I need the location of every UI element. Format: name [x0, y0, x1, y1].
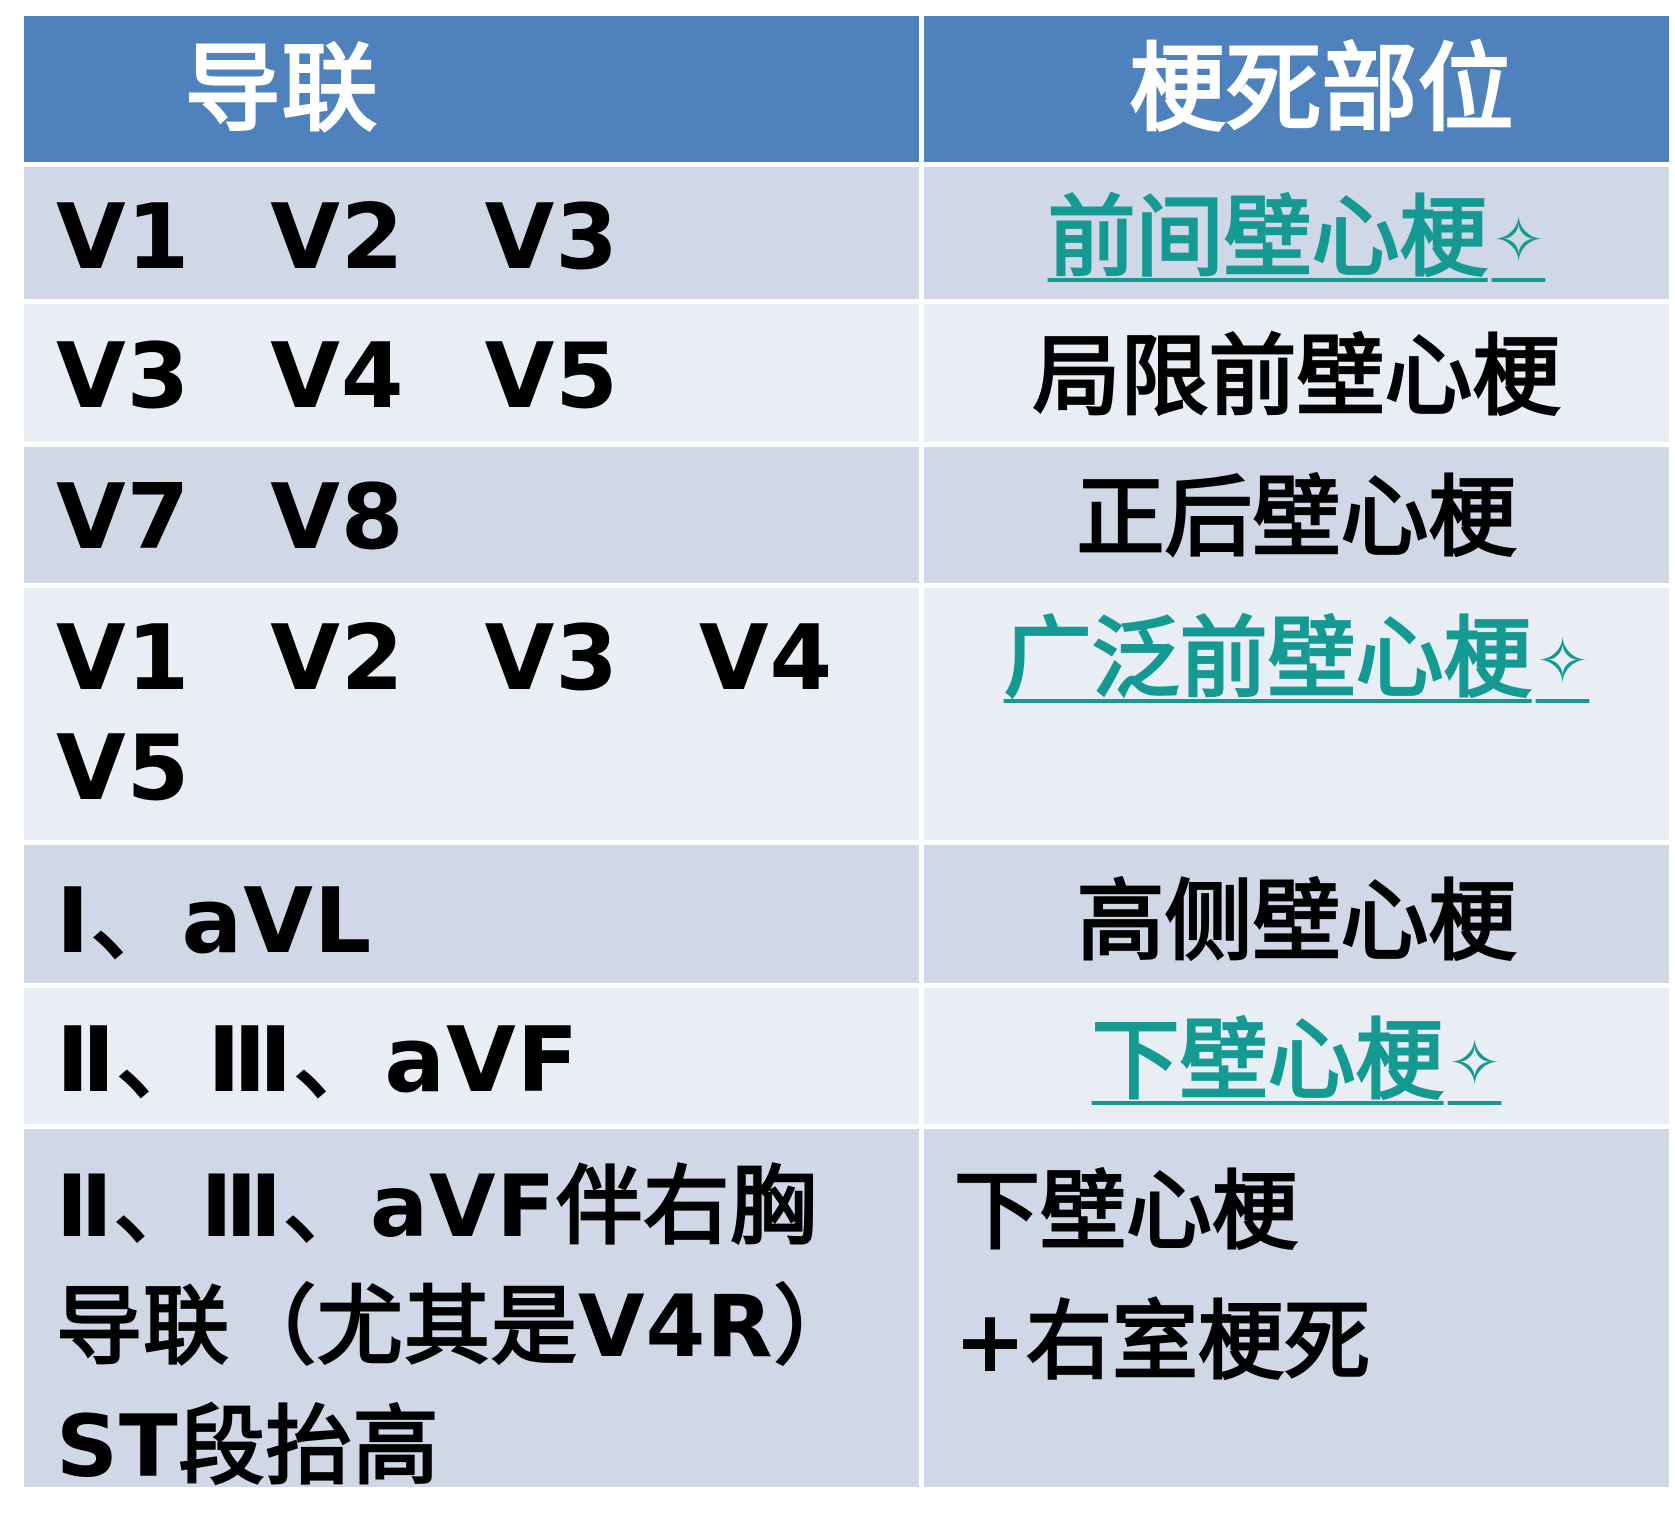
lead-cell: Ⅱ、Ⅲ、aVF [24, 988, 919, 1124]
site-cell: 前间壁心梗✧ [924, 167, 1669, 299]
lead-label: ST段抬高 [56, 1397, 440, 1497]
header-lead: 导联 [24, 16, 919, 162]
site-label: 下壁心梗 [1091, 1009, 1444, 1112]
sparkle-star-icon: ✧ [1447, 1027, 1502, 1101]
table-row: V7 V8 正后壁心梗 [24, 447, 1674, 583]
lead-label: Ⅰ、aVL [56, 869, 373, 974]
site-link[interactable]: 下壁心梗✧ [1092, 1009, 1502, 1112]
site-cell: 广泛前壁心梗✧ [924, 588, 1669, 840]
lead-label: V1 [56, 606, 191, 711]
lead-label: Ⅱ、Ⅲ、aVF [56, 1008, 580, 1113]
lead-label: Ⅱ、Ⅲ、aVF伴右胸 [56, 1157, 818, 1257]
lead-label: V3 [56, 324, 191, 429]
lead-label: V4 [698, 606, 834, 711]
site-cell: 局限前壁心梗 [924, 304, 1669, 442]
lead-label: V3 [484, 185, 619, 290]
lead-label: V8 [270, 465, 405, 570]
lead-label: V2 [270, 185, 405, 290]
site-label: 前间壁心梗 [1047, 186, 1488, 289]
site-label: 正后壁心梗 [1076, 466, 1517, 569]
site-cell: 正后壁心梗 [924, 447, 1669, 583]
site-label: 局限前壁心梗 [1032, 325, 1561, 428]
site-cell: 下壁心梗✧ [924, 988, 1669, 1124]
infarct-location-table: 导联 梗死部位 V1 V2 V3 前间壁心梗✧ V3 V4 V5 局限前壁心梗 V7 V8… [24, 16, 1674, 1497]
lead-cell: Ⅱ、Ⅲ、aVF伴右胸 导联（尤其是V4R） ST段抬高 [24, 1129, 919, 1497]
lead-label: V7 [56, 465, 191, 570]
lead-label: V4 [270, 324, 405, 429]
lead-cell: Ⅰ、aVL [24, 845, 919, 983]
lead-label: 导联（尤其是V4R） [56, 1277, 861, 1377]
header-site: 梗死部位 [924, 16, 1669, 162]
site-link[interactable]: 广泛前壁心梗✧ [1004, 607, 1590, 710]
lead-label: V2 [270, 606, 405, 711]
lead-cell: V3 V4 V5 [24, 304, 919, 442]
site-cell: 下壁心梗 +右室梗死 [924, 1129, 1669, 1487]
table-row: V1 V2 V3 前间壁心梗✧ [24, 167, 1674, 299]
table-row: Ⅱ、Ⅲ、aVF 下壁心梗✧ [24, 988, 1674, 1124]
site-link[interactable]: 前间壁心梗✧ [1048, 186, 1546, 289]
lead-label: V1 [56, 185, 191, 290]
lead-label: V5 [484, 324, 619, 429]
lead-cell: V1 V2 V3 [24, 167, 919, 299]
lead-label: V5 [56, 716, 191, 821]
lead-label: V3 [484, 606, 619, 711]
site-cell: 高侧壁心梗 [924, 845, 1669, 983]
table-row: V3 V4 V5 局限前壁心梗 [24, 304, 1674, 442]
lead-cell: V7 V8 [24, 447, 919, 583]
sparkle-star-icon: ✧ [1535, 625, 1590, 699]
site-label: 广泛前壁心梗 [1003, 607, 1532, 710]
table-row: V1 V2 V3 V4 V5 广泛前壁心梗✧ [24, 588, 1674, 840]
table-row: Ⅱ、Ⅲ、aVF伴右胸 导联（尤其是V4R） ST段抬高 下壁心梗 +右室梗死 [24, 1129, 1674, 1497]
table-row: Ⅰ、aVL 高侧壁心梗 [24, 845, 1674, 983]
site-label: +右室梗死 [954, 1292, 1371, 1392]
site-label: 高侧壁心梗 [1076, 870, 1517, 973]
sparkle-star-icon: ✧ [1491, 204, 1546, 278]
lead-cell: V1 V2 V3 V4 V5 [24, 588, 919, 840]
site-label: 下壁心梗 [954, 1162, 1298, 1262]
table-header-row: 导联 梗死部位 [24, 16, 1674, 162]
